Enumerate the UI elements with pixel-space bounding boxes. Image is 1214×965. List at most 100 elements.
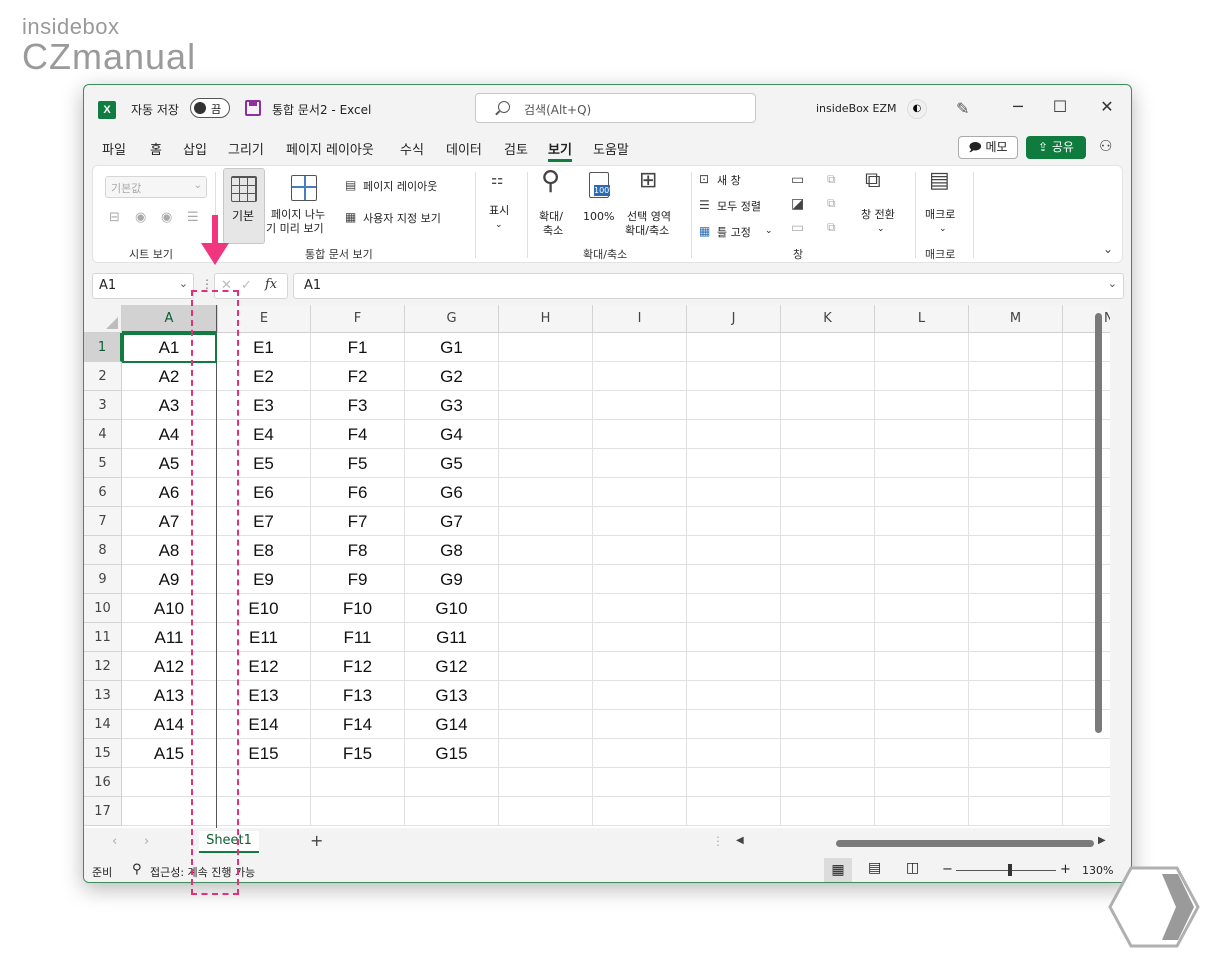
row-header[interactable]: 13 <box>84 681 122 710</box>
name-box[interactable]: A1 ⌄ <box>92 273 194 299</box>
tab-home[interactable]: 홈 <box>150 139 162 158</box>
column-header-j[interactable]: J <box>687 305 781 333</box>
cell-empty[interactable] <box>593 478 687 507</box>
cell-empty[interactable] <box>781 536 875 565</box>
cell-f[interactable]: F8 <box>311 536 405 565</box>
cell-empty[interactable] <box>687 710 781 739</box>
cell-empty[interactable] <box>969 391 1063 420</box>
column-header-m[interactable]: M <box>969 305 1063 333</box>
row-header[interactable]: 2 <box>84 362 122 391</box>
cell-empty[interactable] <box>781 391 875 420</box>
cell-empty[interactable] <box>687 478 781 507</box>
cell-f[interactable]: F2 <box>311 362 405 391</box>
more-options-icon[interactable]: ⋮ <box>201 277 213 291</box>
exit-view-icon[interactable]: ◉ <box>135 210 146 225</box>
cell-empty[interactable] <box>875 565 969 594</box>
collapse-ribbon-icon[interactable]: ⌄ <box>1103 242 1113 256</box>
cell-empty[interactable] <box>781 565 875 594</box>
cell-f[interactable]: F5 <box>311 449 405 478</box>
cell-g[interactable]: G8 <box>405 536 499 565</box>
save-icon[interactable] <box>245 100 261 116</box>
cell-empty[interactable] <box>1063 565 1110 594</box>
cell-empty[interactable] <box>687 391 781 420</box>
cell-empty[interactable] <box>687 739 781 768</box>
cell-empty[interactable] <box>875 391 969 420</box>
cell-empty[interactable] <box>499 478 593 507</box>
cell-empty[interactable] <box>687 623 781 652</box>
cell-empty[interactable] <box>875 507 969 536</box>
cell-empty[interactable] <box>875 594 969 623</box>
cell-empty[interactable] <box>593 594 687 623</box>
cell-empty[interactable] <box>593 681 687 710</box>
pen-icon[interactable]: ✎ <box>956 99 969 118</box>
column-header-i[interactable]: I <box>593 305 687 333</box>
cell-empty[interactable] <box>969 623 1063 652</box>
new-view-icon[interactable]: ◉ <box>161 210 172 225</box>
close-button[interactable]: ✕ <box>1097 97 1117 116</box>
hide-icon[interactable]: ◪ <box>791 196 804 212</box>
minimize-button[interactable]: ─ <box>1008 97 1028 116</box>
cell-empty[interactable] <box>781 362 875 391</box>
cell-empty[interactable] <box>969 681 1063 710</box>
cell-g[interactable]: G13 <box>405 681 499 710</box>
scroll-left-icon[interactable]: ◀ <box>736 835 744 846</box>
cell-f[interactable]: F10 <box>311 594 405 623</box>
cell-empty[interactable] <box>593 652 687 681</box>
zoom-button[interactable]: ⚲ 확대/ 축소 <box>537 166 575 242</box>
row-header[interactable]: 16 <box>84 768 122 797</box>
cell-empty[interactable] <box>687 797 781 826</box>
cell-empty[interactable] <box>781 623 875 652</box>
prev-sheet-icon[interactable]: ‹ <box>112 834 117 849</box>
row-header[interactable]: 6 <box>84 478 122 507</box>
cell-empty[interactable] <box>875 333 969 362</box>
cell-empty[interactable] <box>1063 391 1110 420</box>
cell-f[interactable]: F13 <box>311 681 405 710</box>
cell-empty[interactable] <box>781 710 875 739</box>
cell-empty[interactable] <box>969 333 1063 362</box>
tab-data[interactable]: 데이터 <box>446 139 482 158</box>
cell-empty[interactable] <box>969 710 1063 739</box>
cell-empty[interactable] <box>687 362 781 391</box>
cell-empty[interactable] <box>781 507 875 536</box>
horizontal-scrollbar[interactable] <box>836 840 1094 847</box>
row-header[interactable]: 8 <box>84 536 122 565</box>
tab-review[interactable]: 검토 <box>504 139 528 158</box>
cell-empty[interactable] <box>593 739 687 768</box>
cell-empty[interactable] <box>781 333 875 362</box>
cell-empty[interactable] <box>593 507 687 536</box>
cell-empty[interactable] <box>875 739 969 768</box>
cell-empty[interactable] <box>687 507 781 536</box>
cell-g[interactable]: G4 <box>405 420 499 449</box>
cell-f[interactable]: F12 <box>311 652 405 681</box>
tab-file[interactable]: 파일 <box>102 139 126 158</box>
page-break-view-icon[interactable]: ◫ <box>906 860 919 876</box>
cell-empty[interactable] <box>781 652 875 681</box>
zoom-slider-thumb[interactable] <box>1008 864 1012 876</box>
tab-formulas[interactable]: 수식 <box>400 139 424 158</box>
cell-empty[interactable] <box>875 478 969 507</box>
show-button[interactable]: ⚏ 표시 ⌄ <box>485 172 515 236</box>
cell-empty[interactable] <box>499 739 593 768</box>
autosave-toggle[interactable]: 끔 <box>190 98 230 118</box>
cell-empty[interactable] <box>687 449 781 478</box>
cell-empty[interactable] <box>969 652 1063 681</box>
row-header[interactable]: 7 <box>84 507 122 536</box>
cell-empty[interactable] <box>1063 797 1110 826</box>
cell-empty[interactable] <box>875 768 969 797</box>
normal-view-icon[interactable]: ▦ <box>824 858 852 882</box>
cell-f[interactable]: F9 <box>311 565 405 594</box>
cell-empty[interactable] <box>875 362 969 391</box>
tab-view[interactable]: 보기 <box>548 139 572 162</box>
cell-f[interactable]: F4 <box>311 420 405 449</box>
user-name[interactable]: insideBox EZM <box>816 102 897 115</box>
zoom-100-button[interactable]: 100% 100% <box>583 168 617 242</box>
cell-g[interactable]: G5 <box>405 449 499 478</box>
zoom-slider[interactable] <box>956 864 1056 876</box>
cell-f[interactable] <box>311 768 405 797</box>
formula-input[interactable]: A1 ⌄ <box>293 273 1124 299</box>
cell-empty[interactable] <box>875 797 969 826</box>
cell-empty[interactable] <box>781 739 875 768</box>
row-header[interactable]: 3 <box>84 391 122 420</box>
cell-empty[interactable] <box>1063 507 1110 536</box>
cell-empty[interactable] <box>875 681 969 710</box>
